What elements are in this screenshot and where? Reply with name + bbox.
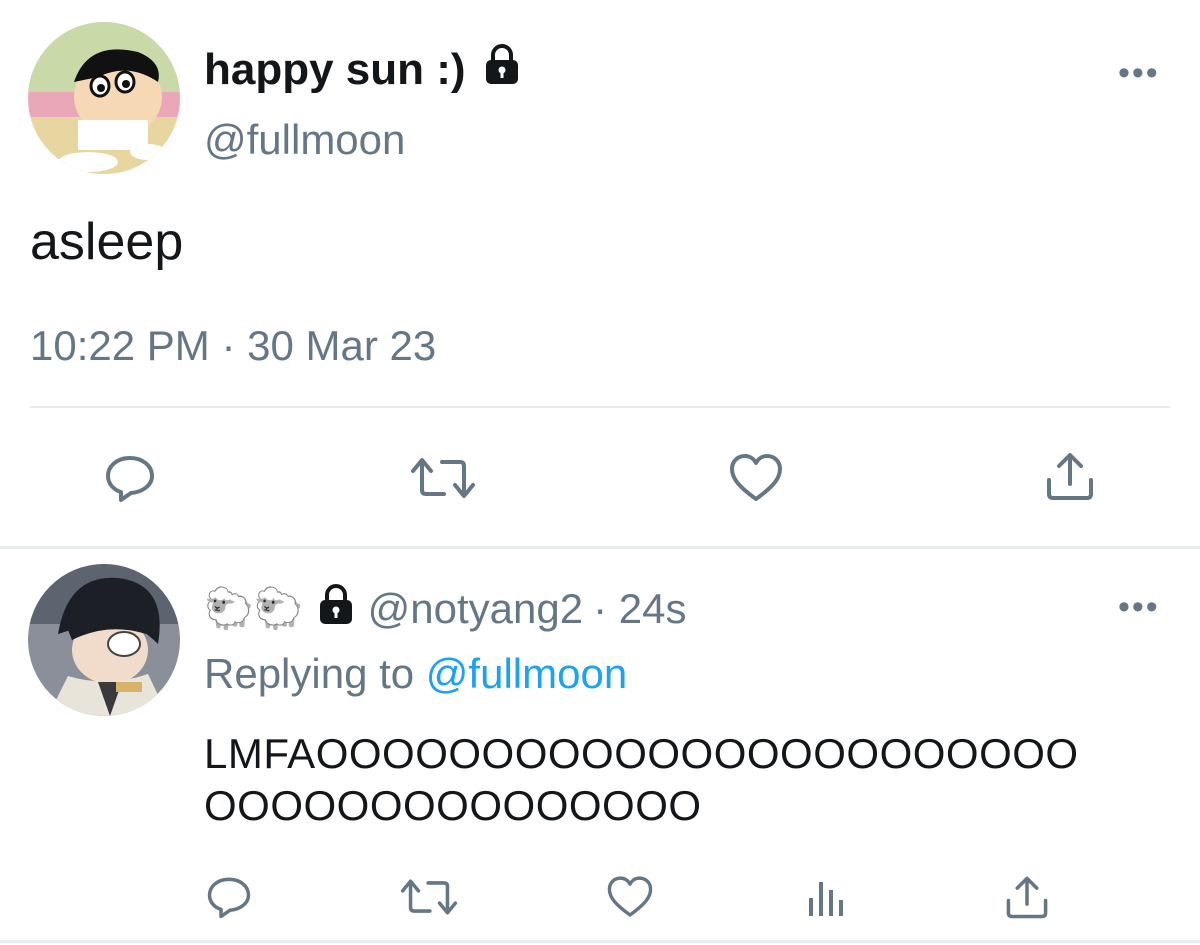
reply-display-name[interactable]: 🐑🐑 xyxy=(204,589,304,629)
replying-to-line: Replying to @fullmoon xyxy=(204,650,627,698)
more-options-button[interactable]: ••• xyxy=(1118,56,1160,90)
share-button[interactable] xyxy=(1044,450,1096,502)
author-handle[interactable]: @fullmoon xyxy=(204,116,405,164)
reply-author-row[interactable]: 🐑🐑 @notyang2 · 24s xyxy=(204,582,686,636)
reply-icon xyxy=(207,877,251,919)
like-button[interactable] xyxy=(728,452,784,504)
reply-age: · 24s xyxy=(593,585,687,632)
reply-text: LMFAOOOOOOOOOOOOOOOOOOOOOOO OOOOOOOOOOOO… xyxy=(204,728,1164,832)
divider xyxy=(30,406,1170,408)
lock-icon xyxy=(314,582,358,636)
retweet-icon xyxy=(411,458,475,498)
retweet-button[interactable] xyxy=(410,452,476,504)
reply-retweet-button[interactable] xyxy=(400,874,458,920)
reply-handle[interactable]: @notyang2 xyxy=(368,585,583,633)
section-divider xyxy=(0,546,1200,549)
replying-to-mention[interactable]: @fullmoon xyxy=(426,650,627,697)
like-icon xyxy=(607,876,653,917)
replying-to-label: Replying to xyxy=(204,650,415,697)
reply-like-button[interactable] xyxy=(606,874,654,920)
reply-share-button[interactable] xyxy=(1004,874,1050,920)
tweet-text: asleep xyxy=(30,213,184,271)
retweet-icon xyxy=(400,879,458,915)
like-icon xyxy=(730,454,782,501)
reply-button[interactable] xyxy=(104,452,156,504)
reply-reply-button[interactable] xyxy=(206,874,252,920)
tweet-timestamp[interactable]: 10:22 PM · 30 Mar 23 xyxy=(30,322,436,370)
author-name-row[interactable]: happy sun :) xyxy=(204,42,524,97)
share-icon xyxy=(1047,453,1093,500)
reply-text-line-1: LMFAOOOOOOOOOOOOOOOOOOOOOOO xyxy=(204,730,1079,777)
share-icon xyxy=(1006,876,1048,919)
author-display-name[interactable]: happy sun :) xyxy=(204,45,466,95)
reply-author-avatar[interactable] xyxy=(28,564,180,716)
reply-analytics-button[interactable] xyxy=(806,876,846,918)
bottom-divider xyxy=(0,940,1200,943)
reply-more-options-button[interactable]: ••• xyxy=(1118,590,1160,624)
author-avatar[interactable] xyxy=(28,22,180,174)
reply-text-line-2: OOOOOOOOOOOOOOO xyxy=(204,782,702,829)
reply-icon xyxy=(106,456,154,502)
analytics-icon xyxy=(809,882,843,916)
lock-icon xyxy=(480,42,524,97)
